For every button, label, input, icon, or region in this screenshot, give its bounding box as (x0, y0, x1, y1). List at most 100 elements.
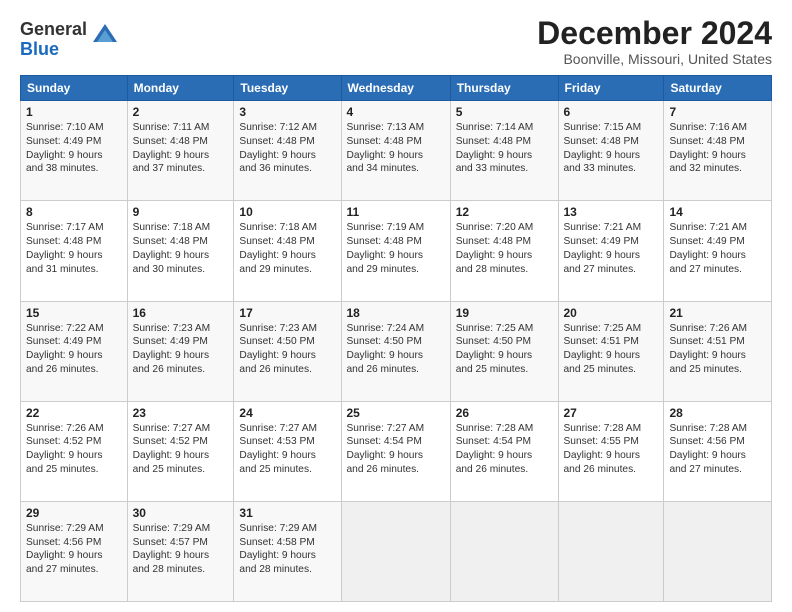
calendar-week-5: 29 Sunrise: 7:29 AMSunset: 4:56 PMDayligh… (21, 501, 772, 601)
table-row (450, 501, 558, 601)
day-number: 6 (564, 105, 659, 119)
day-number: 2 (133, 105, 229, 119)
table-row: 4 Sunrise: 7:13 AMSunset: 4:48 PMDaylight… (341, 101, 450, 201)
day-number: 24 (239, 406, 335, 420)
day-info: Sunrise: 7:25 AMSunset: 4:51 PMDaylight:… (564, 322, 659, 377)
table-row: 12 Sunrise: 7:20 AMSunset: 4:48 PMDayligh… (450, 201, 558, 301)
table-row: 2 Sunrise: 7:11 AMSunset: 4:48 PMDaylight… (127, 101, 234, 201)
table-row: 8 Sunrise: 7:17 AMSunset: 4:48 PMDaylight… (21, 201, 128, 301)
day-info: Sunrise: 7:19 AMSunset: 4:48 PMDaylight:… (347, 221, 445, 276)
day-info: Sunrise: 7:28 AMSunset: 4:54 PMDaylight:… (456, 422, 553, 477)
day-info: Sunrise: 7:20 AMSunset: 4:48 PMDaylight:… (456, 221, 553, 276)
calendar-week-4: 22Sunrise: 7:26 AMSunset: 4:52 PMDayligh… (21, 401, 772, 501)
header: General Blue December 2024 Boonville, Mi… (20, 16, 772, 67)
day-number: 28 (669, 406, 766, 420)
day-number: 30 (133, 506, 229, 520)
day-number: 12 (456, 205, 553, 219)
day-number: 3 (239, 105, 335, 119)
day-number: 10 (239, 205, 335, 219)
day-number: 23 (133, 406, 229, 420)
day-info: Sunrise: 7:28 AMSunset: 4:55 PMDaylight:… (564, 422, 659, 477)
day-info: Sunrise: 7:21 AMSunset: 4:49 PMDaylight:… (564, 221, 659, 276)
day-number: 7 (669, 105, 766, 119)
table-row: 30Sunrise: 7:29 AMSunset: 4:57 PMDayligh… (127, 501, 234, 601)
day-info: Sunrise: 7:28 AMSunset: 4:56 PMDaylight:… (669, 422, 766, 477)
table-row: 29 Sunrise: 7:29 AMSunset: 4:56 PMDayligh… (21, 501, 128, 601)
table-row: 26 Sunrise: 7:28 AMSunset: 4:54 PMDayligh… (450, 401, 558, 501)
day-number: 9 (133, 205, 229, 219)
day-info: Sunrise: 7:24 AMSunset: 4:50 PMDaylight:… (347, 322, 445, 377)
day-number: 19 (456, 306, 553, 320)
table-row: 10 Sunrise: 7:18 AMSunset: 4:48 PMDayligh… (234, 201, 341, 301)
col-saturday: Saturday (664, 76, 772, 101)
day-info: Sunrise: 7:26 AMSunset: 4:51 PMDaylight:… (669, 322, 766, 377)
calendar-week-3: 15 Sunrise: 7:22 AMSunset: 4:49 PMDayligh… (21, 301, 772, 401)
day-number: 8 (26, 205, 122, 219)
day-number: 27 (564, 406, 659, 420)
day-info: Sunrise: 7:27 AMSunset: 4:53 PMDaylight:… (239, 422, 335, 477)
col-sunday: Sunday (21, 76, 128, 101)
calendar-header-row: Sunday Monday Tuesday Wednesday Thursday… (21, 76, 772, 101)
day-info: Sunrise: 7:17 AMSunset: 4:48 PMDaylight:… (26, 221, 122, 276)
day-info: Sunrise: 7:11 AMSunset: 4:48 PMDaylight:… (133, 121, 229, 176)
col-monday: Monday (127, 76, 234, 101)
col-tuesday: Tuesday (234, 76, 341, 101)
day-number: 16 (133, 306, 229, 320)
table-row: 11 Sunrise: 7:19 AMSunset: 4:48 PMDayligh… (341, 201, 450, 301)
table-row: 28 Sunrise: 7:28 AMSunset: 4:56 PMDayligh… (664, 401, 772, 501)
table-row: 1Sunrise: 7:10 AMSunset: 4:49 PMDaylight… (21, 101, 128, 201)
day-number: 13 (564, 205, 659, 219)
day-info: Sunrise: 7:23 AMSunset: 4:50 PMDaylight:… (239, 322, 335, 377)
table-row: 7Sunrise: 7:16 AMSunset: 4:48 PMDaylight… (664, 101, 772, 201)
table-row: 19 Sunrise: 7:25 AMSunset: 4:50 PMDayligh… (450, 301, 558, 401)
table-row: 20 Sunrise: 7:25 AMSunset: 4:51 PMDayligh… (558, 301, 664, 401)
day-number: 21 (669, 306, 766, 320)
table-row: 21 Sunrise: 7:26 AMSunset: 4:51 PMDayligh… (664, 301, 772, 401)
day-info: Sunrise: 7:18 AMSunset: 4:48 PMDaylight:… (239, 221, 335, 276)
day-number: 4 (347, 105, 445, 119)
day-info: Sunrise: 7:27 AMSunset: 4:52 PMDaylight:… (133, 422, 229, 477)
day-info: Sunrise: 7:22 AMSunset: 4:49 PMDaylight:… (26, 322, 122, 377)
day-info: Sunrise: 7:18 AMSunset: 4:48 PMDaylight:… (133, 221, 229, 276)
table-row: 17 Sunrise: 7:23 AMSunset: 4:50 PMDayligh… (234, 301, 341, 401)
table-row: 6Sunrise: 7:15 AMSunset: 4:48 PMDaylight… (558, 101, 664, 201)
table-row: 15 Sunrise: 7:22 AMSunset: 4:49 PMDayligh… (21, 301, 128, 401)
page: General Blue December 2024 Boonville, Mi… (0, 0, 792, 612)
col-wednesday: Wednesday (341, 76, 450, 101)
day-number: 11 (347, 205, 445, 219)
table-row: 14 Sunrise: 7:21 AMSunset: 4:49 PMDayligh… (664, 201, 772, 301)
table-row: 31Sunrise: 7:29 AMSunset: 4:58 PMDayligh… (234, 501, 341, 601)
day-info: Sunrise: 7:29 AMSunset: 4:56 PMDaylight:… (26, 522, 122, 577)
table-row: 5Sunrise: 7:14 AMSunset: 4:48 PMDaylight… (450, 101, 558, 201)
day-number: 18 (347, 306, 445, 320)
day-info: Sunrise: 7:12 AMSunset: 4:48 PMDaylight:… (239, 121, 335, 176)
col-friday: Friday (558, 76, 664, 101)
day-info: Sunrise: 7:13 AMSunset: 4:48 PMDaylight:… (347, 121, 445, 176)
logo: General Blue (20, 20, 119, 60)
table-row: 13 Sunrise: 7:21 AMSunset: 4:49 PMDayligh… (558, 201, 664, 301)
table-row: 27 Sunrise: 7:28 AMSunset: 4:55 PMDayligh… (558, 401, 664, 501)
day-number: 15 (26, 306, 122, 320)
calendar-week-1: 1Sunrise: 7:10 AMSunset: 4:49 PMDaylight… (21, 101, 772, 201)
day-number: 29 (26, 506, 122, 520)
day-number: 5 (456, 105, 553, 119)
day-number: 17 (239, 306, 335, 320)
table-row (341, 501, 450, 601)
day-number: 20 (564, 306, 659, 320)
main-title: December 2024 (537, 16, 772, 51)
table-row: 22Sunrise: 7:26 AMSunset: 4:52 PMDayligh… (21, 401, 128, 501)
logo-general: General (20, 20, 87, 40)
day-info: Sunrise: 7:10 AMSunset: 4:49 PMDaylight:… (26, 121, 122, 176)
logo-text: General Blue (20, 20, 87, 60)
day-info: Sunrise: 7:21 AMSunset: 4:49 PMDaylight:… (669, 221, 766, 276)
table-row: 3 Sunrise: 7:12 AMSunset: 4:48 PMDaylight… (234, 101, 341, 201)
day-number: 22 (26, 406, 122, 420)
day-number: 26 (456, 406, 553, 420)
day-number: 14 (669, 205, 766, 219)
day-info: Sunrise: 7:25 AMSunset: 4:50 PMDaylight:… (456, 322, 553, 377)
table-row (664, 501, 772, 601)
day-info: Sunrise: 7:23 AMSunset: 4:49 PMDaylight:… (133, 322, 229, 377)
table-row (558, 501, 664, 601)
table-row: 23 Sunrise: 7:27 AMSunset: 4:52 PMDayligh… (127, 401, 234, 501)
calendar-table: Sunday Monday Tuesday Wednesday Thursday… (20, 75, 772, 602)
